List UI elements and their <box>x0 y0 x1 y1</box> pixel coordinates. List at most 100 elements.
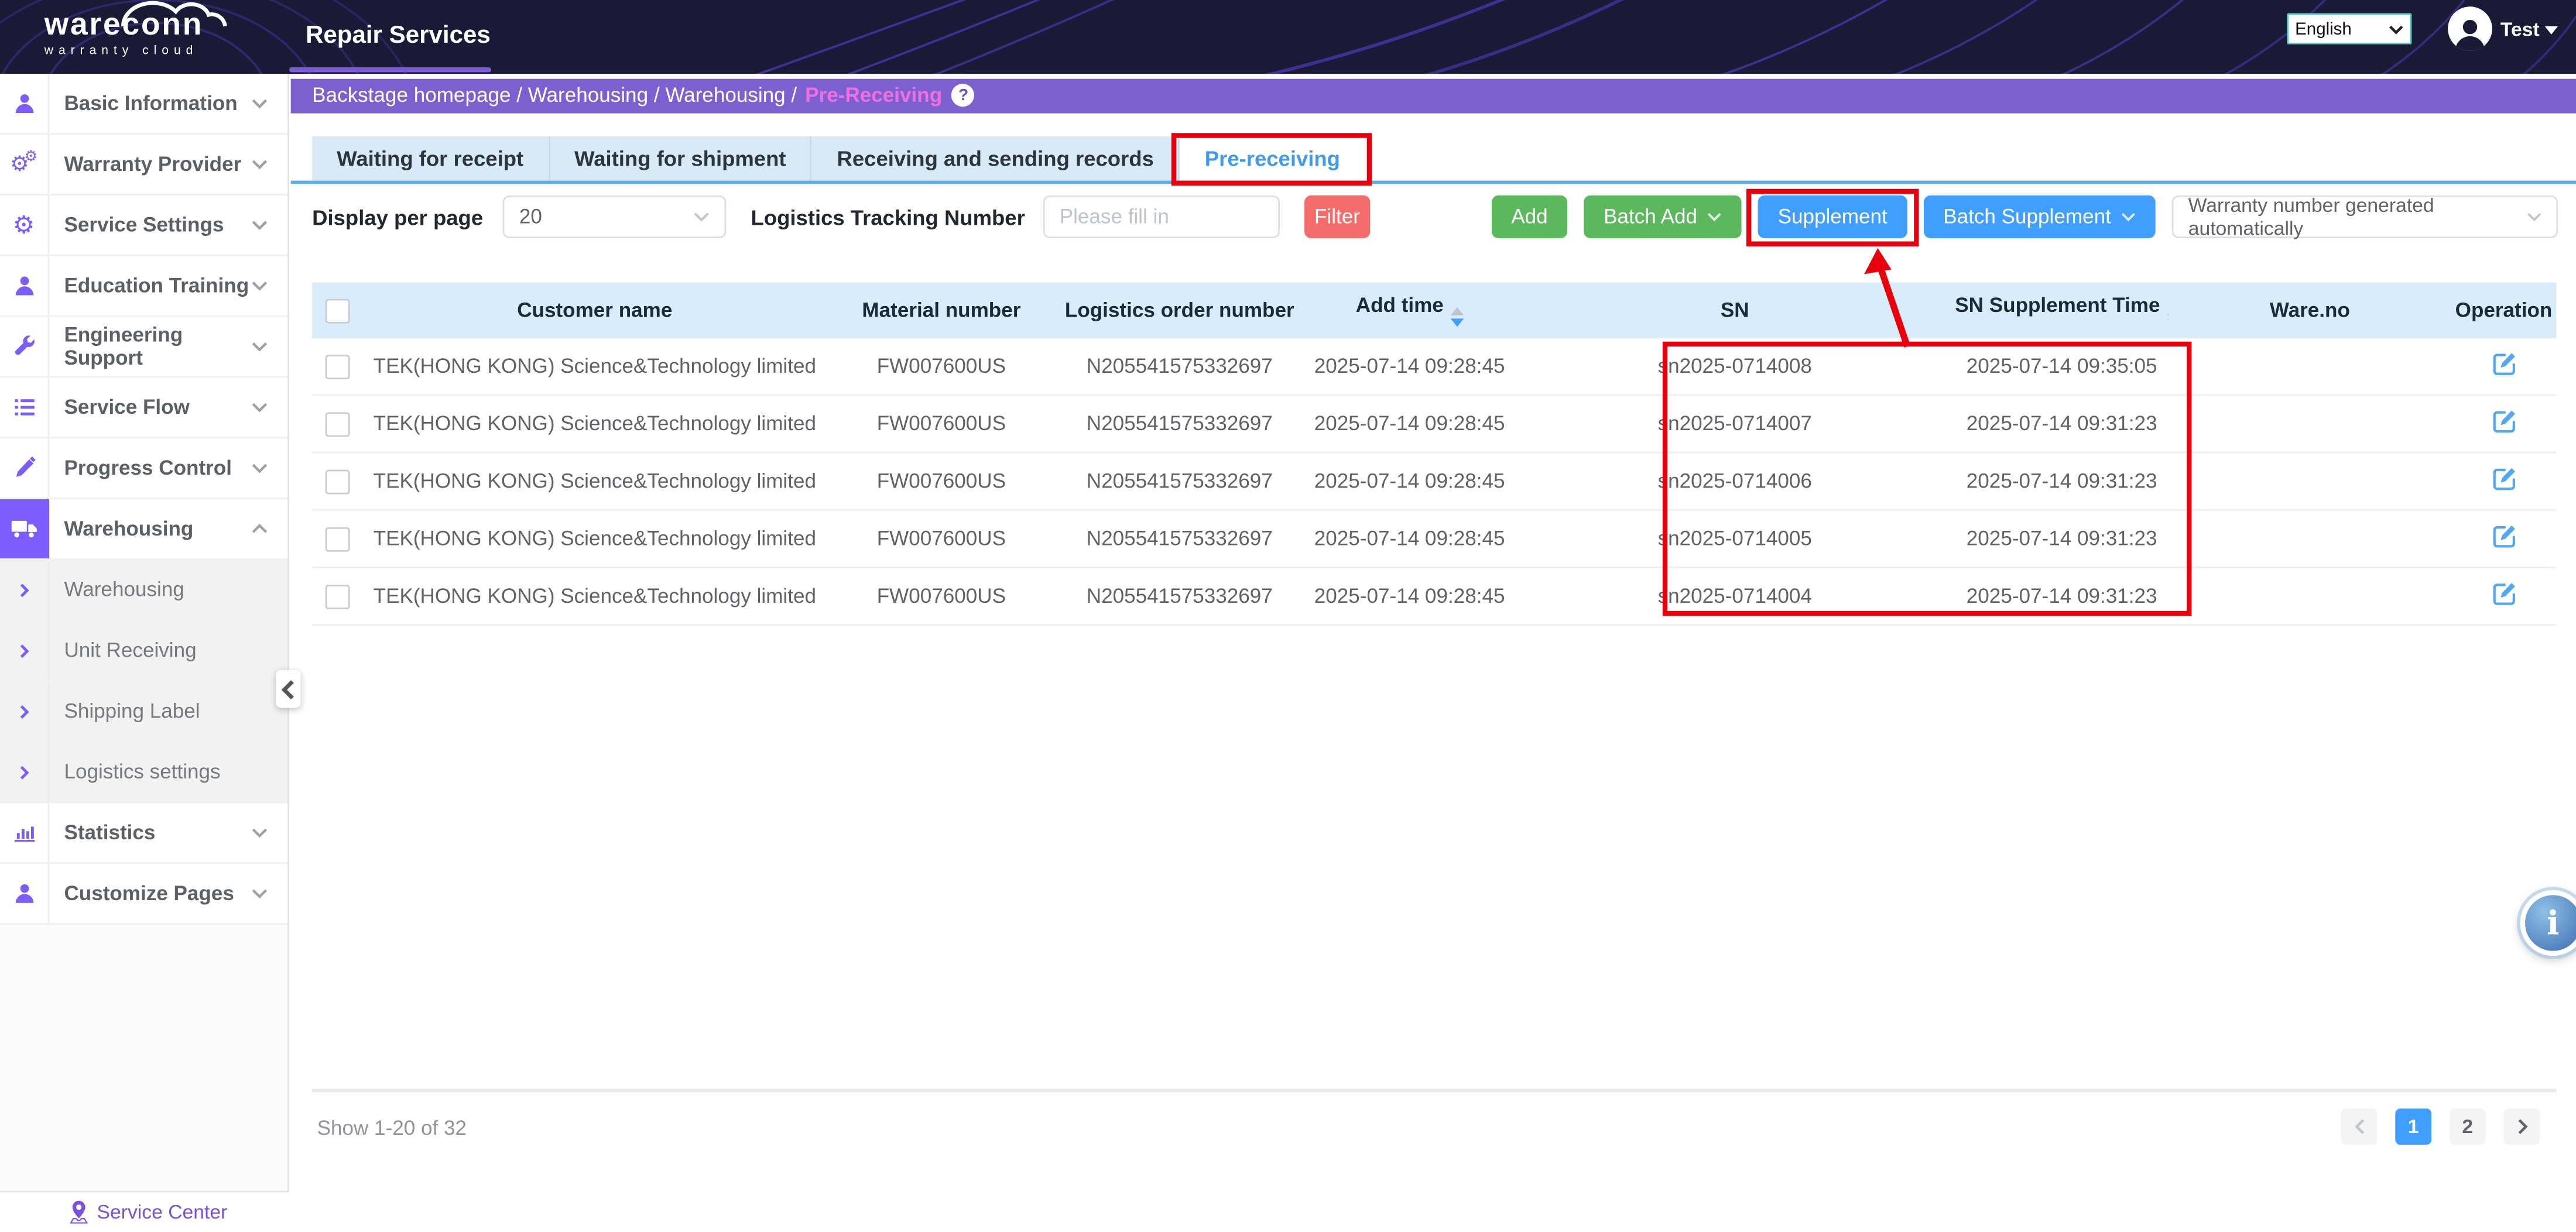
col-sn-supplement-time-label: SN Supplement Time <box>1955 294 2160 317</box>
cell-material-number: FW007600US <box>828 412 1054 435</box>
sidebar-item-label: Warranty Provider <box>64 153 251 176</box>
filter-button[interactable]: Filter <box>1304 195 1370 238</box>
cell-sn: sn2025-0714006 <box>1515 470 1955 493</box>
edit-icon[interactable] <box>2490 522 2518 550</box>
table-row: TEK(HONG KONG) Science&Technology limite… <box>312 338 2556 396</box>
cell-logistics-order-number: N205541575332697 <box>1055 527 1305 550</box>
tracking-number-label: Logistics Tracking Number <box>751 204 1025 229</box>
sidebar-item-education-training[interactable]: Education Training <box>0 256 287 317</box>
edit-icon[interactable] <box>2490 580 2518 608</box>
tab-bar: Waiting for receiptWaiting for shipmentR… <box>312 136 1365 181</box>
edit-icon[interactable] <box>2490 407 2518 435</box>
cell-logistics-order-number: N205541575332697 <box>1055 355 1305 378</box>
row-checkbox[interactable] <box>324 411 349 436</box>
page-button-2[interactable]: 2 <box>2450 1109 2486 1145</box>
cell-sn: sn2025-0714008 <box>1515 355 1955 378</box>
sidebar-subitem-warehousing[interactable]: Warehousing <box>0 560 287 621</box>
page-button-1[interactable]: 1 <box>2395 1109 2431 1145</box>
info-floating-button[interactable]: i <box>2520 890 2576 956</box>
next-page-button[interactable] <box>2504 1109 2540 1145</box>
brand-logo[interactable]: wareconn warranty cloud <box>44 10 203 57</box>
sort-icon[interactable] <box>1450 307 1463 326</box>
pagination-summary: Show 1-20 of 32 <box>317 1106 467 1152</box>
cell-sn: sn2025-0714004 <box>1515 585 1955 608</box>
sidebar-subitem-shipping-label[interactable]: Shipping Label <box>0 682 287 743</box>
col-operation: Operation <box>2451 299 2557 322</box>
table-row: TEK(HONG KONG) Science&Technology limite… <box>312 511 2556 568</box>
chevron-down-icon <box>251 888 268 898</box>
tab-waiting-for-shipment[interactable]: Waiting for shipment <box>550 136 812 181</box>
edit-icon[interactable] <box>2490 350 2518 378</box>
table-body: TEK(HONG KONG) Science&Technology limite… <box>312 338 2556 626</box>
sidebar: Basic Information ⚙⚙ Warranty Provider ⚙Ser… <box>0 74 289 1192</box>
sidebar-collapse-handle[interactable] <box>276 670 300 708</box>
sidebar-item-warehousing[interactable]: Warehousing <box>0 499 287 560</box>
cell-add-time: 2025-07-14 09:28:45 <box>1304 527 1515 550</box>
cogs-icon: ⚙⚙ <box>0 135 49 194</box>
chevron-down-icon <box>1707 212 1722 222</box>
select-all-checkbox[interactable] <box>324 298 349 322</box>
sidebar-item-label: Basic Information <box>64 92 251 115</box>
sidebar-subitem-logistics-settings[interactable]: Logistics settings <box>0 742 287 803</box>
tab-receiving-and-sending-records[interactable]: Receiving and sending records <box>812 136 1180 181</box>
col-ware-no: Ware.no <box>2169 299 2451 322</box>
help-icon[interactable]: ? <box>952 84 975 107</box>
col-sn-supplement-time[interactable]: SN Supplement Time <box>1955 294 2169 327</box>
batch-add-button[interactable]: Batch Add <box>1584 195 1741 238</box>
service-center-link[interactable]: Service Center <box>69 1199 227 1223</box>
user-avatar[interactable] <box>2448 6 2492 51</box>
chevron-right-icon <box>0 742 49 801</box>
sidebar-item-statistics[interactable]: Statistics <box>0 803 287 864</box>
sidebar-item-service-flow[interactable]: Service Flow <box>0 378 287 438</box>
supplement-button[interactable]: Supplement <box>1758 195 1907 238</box>
page-title[interactable]: Repair Services <box>306 0 491 69</box>
user-icon <box>0 74 49 133</box>
row-checkbox[interactable] <box>324 354 349 379</box>
page-size-select[interactable]: 20 <box>503 195 727 238</box>
sidebar-subitem-unit-receiving[interactable]: Unit Receiving <box>0 621 287 682</box>
cell-customer-name: TEK(HONG KONG) Science&Technology limite… <box>361 585 828 608</box>
cell-material-number: FW007600US <box>828 527 1054 550</box>
chevron-down-icon <box>2389 24 2403 34</box>
chevron-left-icon <box>281 679 296 699</box>
row-checkbox[interactable] <box>324 526 349 551</box>
batch-supplement-button[interactable]: Batch Supplement <box>1924 195 2156 238</box>
row-checkbox[interactable] <box>324 584 349 609</box>
list-icon <box>0 378 49 437</box>
sidebar-item-engineering-support[interactable]: Engineering Support <box>0 317 287 378</box>
table-row: TEK(HONG KONG) Science&Technology limite… <box>312 396 2556 453</box>
wrench-icon <box>0 317 49 376</box>
breadcrumb-path[interactable]: Backstage homepage / Warehousing / Wareh… <box>312 84 797 107</box>
sidebar-item-progress-control[interactable]: Progress Control <box>0 438 287 499</box>
sidebar-item-service-settings[interactable]: ⚙Service Settings <box>0 195 287 256</box>
col-add-time[interactable]: Add time <box>1304 294 1515 327</box>
breadcrumb[interactable]: Backstage homepage / Warehousing / Wareh… <box>291 78 2576 113</box>
sidebar-item-label: Education Training <box>64 274 251 297</box>
warranty-mode-select[interactable]: Warranty number generated automatically <box>2172 195 2558 238</box>
sidebar-item-basic-information[interactable]: Basic Information <box>0 74 287 135</box>
language-select[interactable]: English <box>2287 13 2411 44</box>
supplement-label: Supplement <box>1778 205 1888 228</box>
user-menu[interactable]: Test <box>2500 0 2558 59</box>
tab-waiting-for-receipt[interactable]: Waiting for receipt <box>312 136 550 181</box>
cell-logistics-order-number: N205541575332697 <box>1055 412 1305 435</box>
cell-material-number: FW007600US <box>828 470 1054 493</box>
sidebar-item-label: Progress Control <box>64 457 251 479</box>
add-button[interactable]: Add <box>1492 195 1568 238</box>
prev-page-button[interactable] <box>2341 1109 2378 1145</box>
top-bar: wareconn warranty cloud Repair Services … <box>0 0 2576 74</box>
batch-supplement-label: Batch Supplement <box>1943 205 2111 228</box>
tracking-number-input[interactable] <box>1043 195 1280 238</box>
row-checkbox[interactable] <box>324 469 349 493</box>
sidebar-item-warranty-provider[interactable]: ⚙⚙ Warranty Provider <box>0 135 287 195</box>
tab-pre-receiving[interactable]: Pre-receiving <box>1180 136 1365 181</box>
edit-icon[interactable] <box>2490 465 2518 493</box>
chart-icon <box>0 803 49 862</box>
sidebar-item-customize-pages[interactable]: Customize Pages <box>0 864 287 925</box>
chevron-down-icon <box>2121 212 2136 222</box>
chevron-right-icon <box>0 682 49 741</box>
chevron-down-icon <box>251 281 268 291</box>
breadcrumb-current: Pre-Receiving <box>805 84 942 107</box>
cell-sn-supplement-time: 2025-07-14 09:31:23 <box>1955 470 2169 493</box>
chevron-right-icon <box>0 621 49 680</box>
